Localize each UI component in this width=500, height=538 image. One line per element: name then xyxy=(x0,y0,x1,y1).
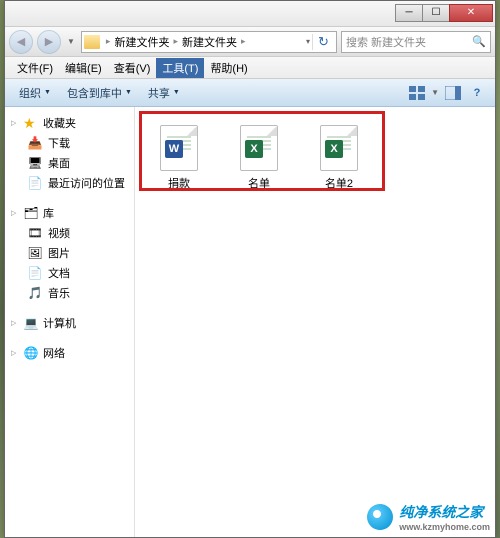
network-icon: 🌐 xyxy=(23,345,39,361)
window-controls: ─ ☐ ✕ xyxy=(396,4,493,24)
titlebar: ─ ☐ ✕ xyxy=(5,1,495,27)
document-icon: 📄 xyxy=(27,265,43,281)
watermark-brand: 纯净系统之家 xyxy=(399,504,483,520)
include-button[interactable]: 包含到库中▼ xyxy=(59,83,140,103)
library-icon: 🗂 xyxy=(23,205,39,221)
organize-button[interactable]: 组织▼ xyxy=(11,83,59,103)
favorites-group: ▷ ★ 收藏夹 📥下载 🖥桌面 📄最近访问的位置 xyxy=(5,113,134,193)
crumb-sep-icon: ▸ xyxy=(104,36,113,47)
network-label: 网络 xyxy=(43,345,65,361)
file-label: 名单 xyxy=(248,175,270,191)
computer-group: ▷ 💻 计算机 xyxy=(5,313,134,333)
preview-pane-button[interactable] xyxy=(444,84,462,102)
crumb-sep-icon: ▸ xyxy=(171,36,180,47)
search-input[interactable]: 搜索 新建文件夹 🔍 xyxy=(341,31,491,53)
file-item[interactable]: W 捐款 xyxy=(149,125,209,191)
music-icon: 🎵 xyxy=(27,285,43,301)
libraries-header[interactable]: ▷ 🗂 库 xyxy=(5,203,134,223)
sidebar-item-music[interactable]: 🎵音乐 xyxy=(5,283,134,303)
download-icon: 📥 xyxy=(27,135,43,151)
view-options-button[interactable] xyxy=(408,84,426,102)
menu-help[interactable]: 帮助(H) xyxy=(204,58,253,78)
favorites-label: 收藏夹 xyxy=(43,115,76,131)
file-list-pane: W 捐款 X 名单 X 名单2 xyxy=(135,107,495,537)
explorer-window: ─ ☐ ✕ ◀ ▶ ▼ ▸ 新建文件夹 ▸ 新建文件夹 ▸ ▾ ↻ 搜索 新建文… xyxy=(4,0,496,538)
menu-bar: 文件(F) 编辑(E) 查看(V) 工具(T) 帮助(H) xyxy=(5,57,495,79)
explorer-body: ▷ ★ 收藏夹 📥下载 🖥桌面 📄最近访问的位置 ▷ 🗂 库 🎞视频 🖼图片 📄… xyxy=(5,107,495,537)
share-button[interactable]: 共享▼ xyxy=(140,83,188,103)
watermark-url: www.kzmyhome.com xyxy=(399,522,490,532)
back-button[interactable]: ◀ xyxy=(9,30,33,54)
watermark: 纯净系统之家 www.kzmyhome.com xyxy=(367,502,490,532)
address-dropdown[interactable]: ▾ xyxy=(304,37,312,46)
word-badge-icon: W xyxy=(165,140,183,158)
address-bar[interactable]: ▸ 新建文件夹 ▸ 新建文件夹 ▸ ▾ ↻ xyxy=(81,31,337,53)
sidebar-item-desktop[interactable]: 🖥桌面 xyxy=(5,153,134,173)
nav-history-dropdown[interactable]: ▼ xyxy=(65,37,77,46)
computer-icon: 💻 xyxy=(23,315,39,331)
star-icon: ★ xyxy=(23,115,39,131)
watermark-logo-icon xyxy=(367,504,393,530)
nav-bar: ◀ ▶ ▼ ▸ 新建文件夹 ▸ 新建文件夹 ▸ ▾ ↻ 搜索 新建文件夹 🔍 xyxy=(5,27,495,57)
desktop-icon: 🖥 xyxy=(27,155,43,171)
recent-icon: 📄 xyxy=(27,175,43,191)
menu-view[interactable]: 查看(V) xyxy=(108,58,157,78)
network-header[interactable]: ▷ 🌐 网络 xyxy=(5,343,134,363)
word-doc-icon: W xyxy=(160,125,198,171)
refresh-button[interactable]: ↻ xyxy=(312,34,334,50)
file-item[interactable]: X 名单2 xyxy=(309,125,369,191)
video-icon: 🎞 xyxy=(27,225,43,241)
sidebar-item-documents[interactable]: 📄文档 xyxy=(5,263,134,283)
libraries-group: ▷ 🗂 库 🎞视频 🖼图片 📄文档 🎵音乐 xyxy=(5,203,134,303)
excel-doc-icon: X xyxy=(240,125,278,171)
navigation-pane: ▷ ★ 收藏夹 📥下载 🖥桌面 📄最近访问的位置 ▷ 🗂 库 🎞视频 🖼图片 📄… xyxy=(5,107,135,537)
minimize-button[interactable]: ─ xyxy=(395,4,423,22)
file-item[interactable]: X 名单 xyxy=(229,125,289,191)
sidebar-item-videos[interactable]: 🎞视频 xyxy=(5,223,134,243)
excel-badge-icon: X xyxy=(245,140,263,158)
file-label: 捐款 xyxy=(168,175,190,191)
computer-label: 计算机 xyxy=(43,315,76,331)
help-button[interactable]: ? xyxy=(468,84,486,102)
menu-edit[interactable]: 编辑(E) xyxy=(59,58,108,78)
search-placeholder: 搜索 新建文件夹 xyxy=(346,34,426,50)
search-icon: 🔍 xyxy=(472,35,486,48)
breadcrumb-seg2[interactable]: 新建文件夹 xyxy=(180,34,239,50)
menu-file[interactable]: 文件(F) xyxy=(11,58,59,78)
forward-button[interactable]: ▶ xyxy=(37,30,61,54)
file-label: 名单2 xyxy=(325,175,353,191)
sidebar-item-recent[interactable]: 📄最近访问的位置 xyxy=(5,173,134,193)
crumb-sep-icon: ▸ xyxy=(239,36,248,47)
libraries-label: 库 xyxy=(43,205,54,221)
close-button[interactable]: ✕ xyxy=(449,4,493,22)
excel-badge-icon: X xyxy=(325,140,343,158)
menu-tools[interactable]: 工具(T) xyxy=(156,58,204,78)
sidebar-item-pictures[interactable]: 🖼图片 xyxy=(5,243,134,263)
favorites-header[interactable]: ▷ ★ 收藏夹 xyxy=(5,113,134,133)
file-grid: W 捐款 X 名单 X 名单2 xyxy=(145,117,485,199)
network-group: ▷ 🌐 网络 xyxy=(5,343,134,363)
excel-doc-icon: X xyxy=(320,125,358,171)
maximize-button[interactable]: ☐ xyxy=(422,4,450,22)
folder-icon xyxy=(84,35,100,49)
picture-icon: 🖼 xyxy=(27,245,43,261)
breadcrumb-seg1[interactable]: 新建文件夹 xyxy=(112,34,171,50)
view-dropdown[interactable]: ▼ xyxy=(429,88,441,97)
computer-header[interactable]: ▷ 💻 计算机 xyxy=(5,313,134,333)
command-bar: 组织▼ 包含到库中▼ 共享▼ ▼ ? xyxy=(5,79,495,107)
sidebar-item-downloads[interactable]: 📥下载 xyxy=(5,133,134,153)
